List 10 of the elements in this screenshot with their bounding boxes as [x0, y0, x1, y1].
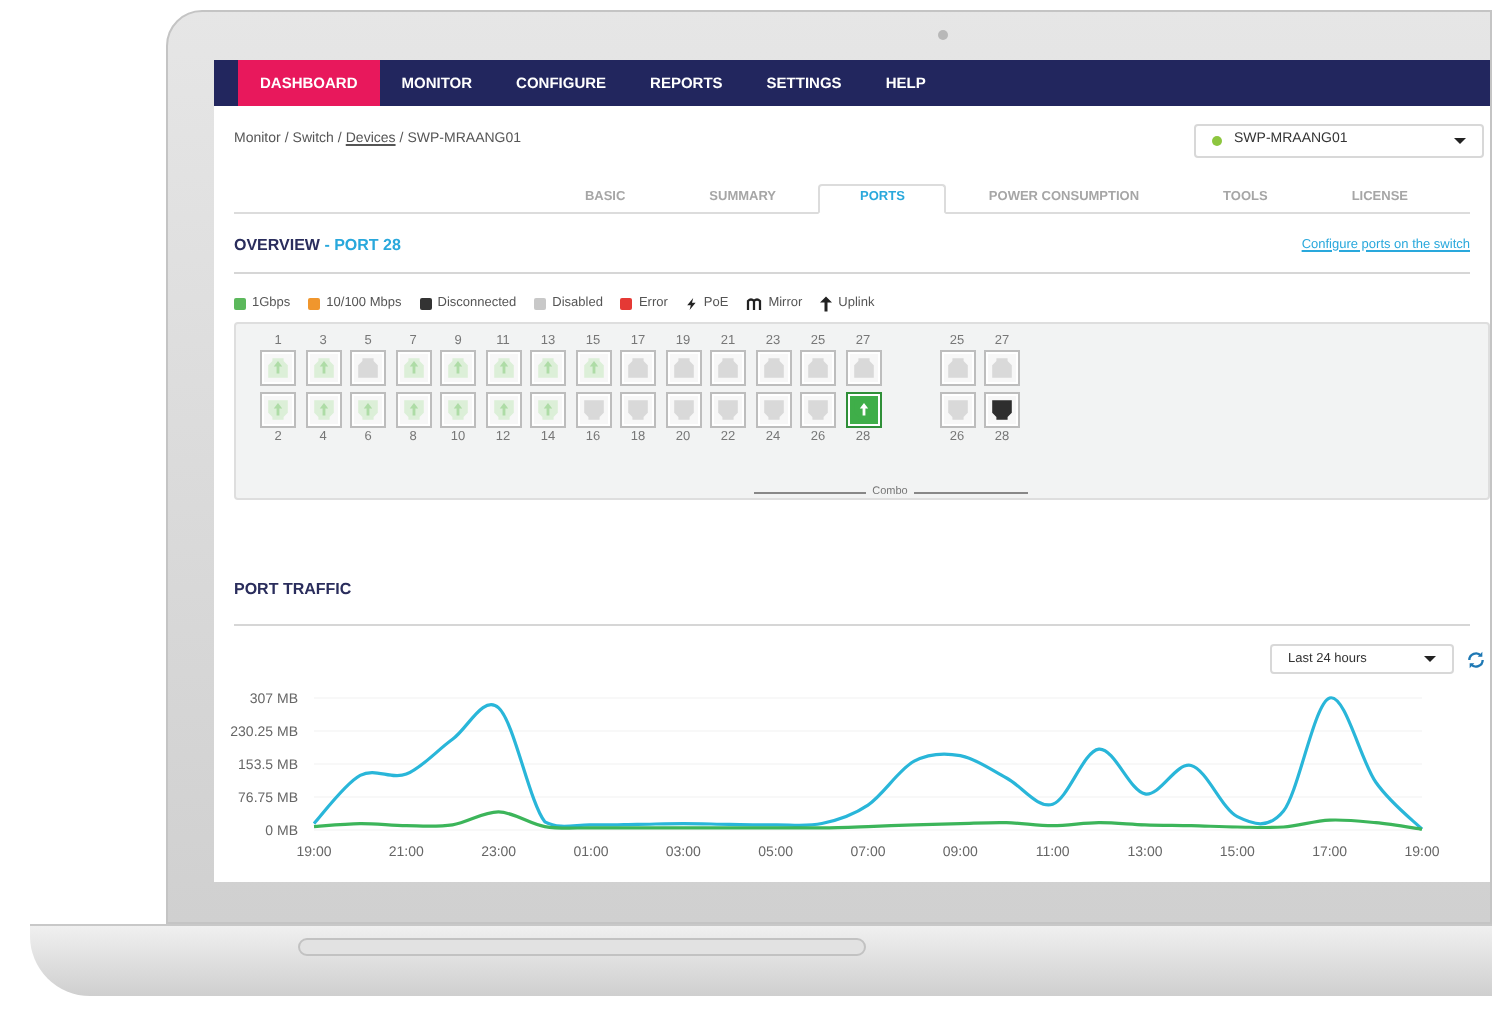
m-shape-icon	[746, 297, 763, 309]
caret-icon	[1424, 656, 1436, 662]
port-icon[interactable]	[984, 392, 1020, 429]
camera-icon	[938, 30, 948, 40]
refresh-icon[interactable]	[1466, 649, 1486, 669]
lightning-icon	[685, 295, 698, 311]
section-title: OVERVIEW - PORT 28	[234, 233, 401, 258]
up-arrow-icon	[820, 295, 833, 311]
caret-icon	[1454, 137, 1466, 144]
section-title: PORT TRAFFIC	[234, 580, 352, 598]
